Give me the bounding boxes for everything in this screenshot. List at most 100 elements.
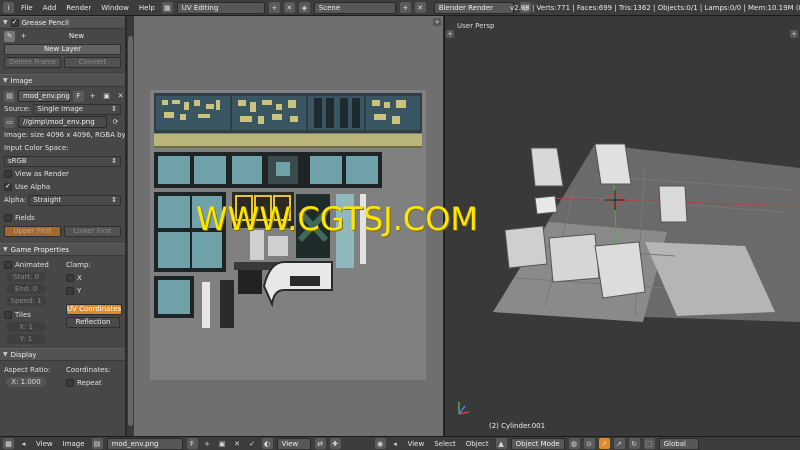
scene-icon[interactable]: ◈ (298, 2, 310, 13)
convert-button[interactable]: Convert (64, 56, 121, 68)
menu-toggle-icon[interactable]: ◂ (390, 438, 401, 449)
unlink-image-icon[interactable]: ✕ (115, 91, 125, 102)
upper-first-button[interactable]: Upper First (4, 225, 61, 237)
3d-viewport[interactable]: User Persp + + (2) Cylinder.001 (445, 16, 800, 436)
add-scene-icon[interactable]: + (399, 2, 411, 13)
aspect-x-field[interactable]: X: 1.000 (6, 377, 46, 387)
info-editor-icon[interactable]: i (3, 2, 14, 13)
tiles-y-field[interactable]: Y: 1 (6, 334, 46, 344)
add-icon[interactable]: + (202, 438, 213, 449)
bottom-image-name-field[interactable]: mod_env.png (106, 437, 183, 450)
pin-icon[interactable]: ✓ (247, 438, 258, 449)
game-properties-title: Game Properties (10, 245, 70, 254)
animated-checkbox[interactable] (4, 261, 12, 269)
menu-window[interactable]: Window (98, 4, 132, 12)
editor-type-icon[interactable]: ▦ (3, 438, 14, 449)
image-browse-icon[interactable]: ▤ (4, 90, 15, 102)
menu-file[interactable]: File (18, 4, 36, 12)
tiles-x-field[interactable]: X: 1 (6, 322, 46, 332)
uv-menu-image[interactable]: Image (60, 440, 88, 448)
grease-pencil-panel-header[interactable]: ▼ Grease Pencil (0, 16, 125, 29)
reflection-button[interactable]: Reflection (66, 316, 120, 328)
tiles-checkbox[interactable] (4, 311, 12, 319)
add-icon[interactable]: + (18, 31, 29, 42)
color-space-value: sRGB (8, 157, 27, 165)
menu-toggle-icon[interactable]: ◂ (18, 438, 29, 449)
grease-pencil-new-button[interactable]: New (32, 31, 121, 42)
delete-screen-icon[interactable]: ✕ (283, 2, 295, 13)
use-alpha-checkbox[interactable] (4, 182, 12, 191)
menu-add[interactable]: Add (40, 4, 60, 12)
vp-menu-select[interactable]: Select (431, 440, 459, 448)
uv-menu-view[interactable]: View (33, 440, 56, 448)
image-panel-header[interactable]: ▼ Image (0, 74, 125, 87)
image-name-field[interactable]: mod_env.png (18, 90, 70, 102)
view-as-render-checkbox[interactable] (4, 170, 12, 178)
add-screen-icon[interactable]: + (268, 2, 280, 13)
viewport-editor-type-icon[interactable]: ◉ (374, 438, 386, 449)
render-engine-select[interactable]: Blender Render (433, 1, 514, 14)
display-title: Display (10, 350, 37, 359)
scale-icon[interactable]: ⬚ (643, 438, 655, 449)
shading-icon[interactable]: ◍ (568, 438, 580, 449)
open-icon[interactable]: ▣ (217, 438, 228, 449)
area-split-corner[interactable]: + (433, 18, 441, 26)
open-image-icon[interactable]: ▣ (101, 91, 112, 102)
delete-scene-icon[interactable]: ✕ (414, 2, 426, 13)
collapse-triangle-icon[interactable]: ▼ (3, 19, 8, 26)
pivot-icon[interactable]: ⊙ (583, 438, 595, 449)
tiles-label: Tiles (15, 311, 31, 319)
uv-tools-icon[interactable]: ✚ (329, 438, 341, 449)
start-field[interactable]: Start: 0 (6, 272, 46, 282)
game-properties-panel-header[interactable]: ▼ Game Properties (0, 243, 125, 256)
clamp-y-checkbox[interactable] (66, 287, 74, 295)
source-value: Single Image (37, 105, 84, 113)
display-panel-header[interactable]: ▼ Display (0, 348, 125, 361)
collapse-triangle-icon[interactable]: ▼ (3, 246, 8, 253)
uv-view-select[interactable]: View (276, 437, 311, 450)
lower-first-button[interactable]: Lower First (64, 225, 121, 237)
alpha-select[interactable]: Straight ⇕ (29, 194, 121, 206)
fake-user-button[interactable]: F (73, 90, 84, 102)
display-channels-icon[interactable]: ◐ (261, 438, 273, 449)
vp-menu-object[interactable]: Object (463, 440, 492, 448)
new-image-icon[interactable]: + (87, 91, 98, 102)
sidebar-scrollbar[interactable] (127, 16, 134, 436)
grease-pencil-checkbox[interactable] (10, 18, 19, 27)
collapse-triangle-icon[interactable]: ▼ (3, 77, 8, 84)
new-layer-button[interactable]: New Layer (4, 43, 121, 55)
delete-frame-button[interactable]: Delete Frame (4, 56, 61, 68)
alpha-label: Alpha: (4, 196, 27, 204)
screen-layout-icon[interactable]: ▦ (161, 2, 173, 13)
manipulator-icon[interactable]: ↗ (598, 438, 610, 449)
translate-icon[interactable]: ➚ (613, 438, 625, 449)
mode-select[interactable]: Object Mode (510, 437, 565, 450)
collapse-triangle-icon[interactable]: ▼ (3, 351, 8, 358)
uv-coordinates-button[interactable]: UV Coordinates (66, 303, 123, 315)
file-browse-icon[interactable]: ▭ (4, 116, 15, 128)
repeat-checkbox[interactable] (66, 379, 74, 387)
source-select[interactable]: Single Image ⇕ (33, 103, 121, 115)
grease-pencil-new-row: ✎ + New (0, 30, 125, 42)
filepath-field[interactable]: //gimp\mod_env.png (18, 116, 107, 128)
scene-field[interactable]: Scene (313, 1, 396, 14)
watermark-text: WWW.CGTSJ.COM (196, 200, 479, 238)
fields-checkbox[interactable] (4, 214, 12, 222)
menu-help[interactable]: Help (136, 4, 158, 12)
speed-field[interactable]: Speed: 1 (6, 296, 46, 306)
vp-menu-view[interactable]: View (405, 440, 428, 448)
clamp-x-checkbox[interactable] (66, 274, 74, 282)
menu-render[interactable]: Render (63, 4, 94, 12)
close-icon[interactable]: ✕ (232, 438, 243, 449)
rotate-icon[interactable]: ↻ (628, 438, 640, 449)
scrollbar-thumb[interactable] (128, 36, 133, 426)
screen-layout-field[interactable]: UV Editing (176, 1, 265, 14)
image-browse-icon[interactable]: ▤ (91, 438, 103, 449)
uv-sync-icon[interactable]: ⇄ (314, 438, 326, 449)
reload-icon[interactable]: ⟳ (110, 117, 121, 128)
end-field[interactable]: End: 0 (6, 284, 46, 294)
color-space-select[interactable]: sRGB ⇕ (4, 155, 121, 167)
orientation-select[interactable]: Global (658, 437, 699, 450)
scene-stats: v2.68 | Verts:771 | Faces:699 | Tris:136… (510, 4, 800, 12)
bottom-fake-user-button[interactable]: F (186, 438, 198, 449)
